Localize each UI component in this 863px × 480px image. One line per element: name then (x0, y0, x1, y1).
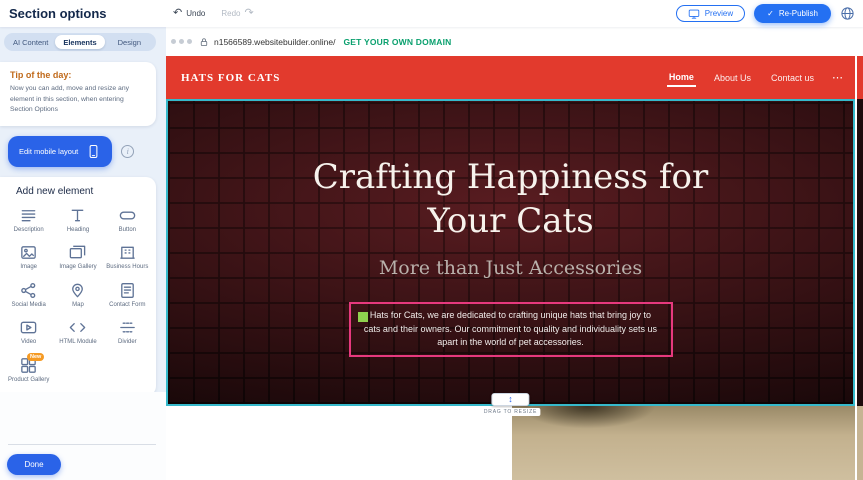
divider-icon (118, 318, 137, 337)
element-item-divider[interactable]: Divider (103, 318, 152, 347)
page-title: Section options (9, 6, 107, 21)
republish-button[interactable]: ✓ Re-Publish (754, 4, 831, 23)
section-resize-control: ↕ DRAG TO RESIZE (481, 393, 540, 416)
sidebar-tabs: AI Content Elements Design (4, 33, 156, 51)
globe-icon[interactable] (840, 6, 855, 21)
page-edge-strip (857, 27, 863, 480)
topbar-actions: Preview ✓ Re-Publish (676, 4, 855, 23)
element-item-image-gallery[interactable]: Image Gallery (53, 243, 102, 272)
element-item-image[interactable]: Image (4, 243, 53, 272)
tip-of-the-day-card: Tip of the day: Now you can add, move an… (0, 62, 156, 126)
site-canvas: HATS FOR CATS Home About Us Contact us ⋯… (166, 56, 855, 480)
element-item-button[interactable]: Button (103, 206, 152, 235)
tip-title: Tip of the day: (10, 70, 146, 80)
done-button[interactable]: Done (7, 454, 61, 475)
preview-label: Preview (705, 9, 733, 18)
site-nav: Home About Us Contact us ⋯ (667, 68, 843, 87)
edit-mobile-layout-button[interactable]: Edit mobile layout (8, 136, 112, 167)
browser-chrome: n1566589.websitebuilder.online/ GET YOUR… (166, 27, 863, 56)
contact-form-icon (118, 281, 137, 300)
map-icon (68, 281, 87, 300)
app-window: Section options ↶ Undo Redo ↷ Preview ✓ … (0, 0, 863, 480)
undo-button[interactable]: ↶ Undo (173, 8, 205, 19)
element-item-product-gallery[interactable]: New Product Gallery (4, 356, 53, 385)
browser-preview: n1566589.websitebuilder.online/ GET YOUR… (166, 27, 863, 480)
sidebar: AI Content Elements Design Tip of the da… (0, 27, 166, 480)
image-gallery-icon (68, 243, 87, 262)
check-icon: ✓ (767, 9, 774, 18)
republish-label: Re-Publish (779, 9, 818, 18)
preview-button[interactable]: Preview (676, 5, 745, 22)
info-icon[interactable]: i (121, 145, 134, 158)
lock-icon (199, 36, 209, 48)
url-text[interactable]: n1566589.websitebuilder.online/ (214, 37, 335, 47)
monitor-icon (688, 8, 700, 20)
nav-more-icon[interactable]: ⋯ (832, 71, 843, 84)
redo-button[interactable]: Redo ↷ (221, 8, 253, 19)
element-item-map[interactable]: Map (53, 281, 102, 310)
undo-icon: ↶ (173, 8, 182, 19)
element-item-business-hours[interactable]: Business Hours (103, 243, 152, 272)
element-item-social-media[interactable]: Social Media (4, 281, 53, 310)
business-hours-icon (118, 243, 137, 262)
window-dots (171, 39, 192, 44)
site-header[interactable]: HATS FOR CATS Home About Us Contact us ⋯ (166, 56, 855, 99)
mobile-layout-row: Edit mobile layout i (8, 136, 156, 167)
redo-icon: ↷ (244, 8, 253, 19)
redo-label: Redo (221, 9, 240, 18)
history-controls: ↶ Undo Redo ↷ (173, 8, 254, 19)
window-dot (179, 39, 184, 44)
nav-item-about-us[interactable]: About Us (712, 69, 753, 86)
nav-item-home[interactable]: Home (667, 68, 696, 87)
hero-section-selected[interactable]: Crafting Happiness for Your Cats More th… (166, 99, 855, 406)
add-element-title: Add new element (16, 186, 152, 197)
site-logo[interactable]: HATS FOR CATS (181, 72, 280, 84)
element-item-heading[interactable]: Heading (53, 206, 102, 235)
heading-icon (68, 206, 87, 225)
description-icon (19, 206, 38, 225)
sidebar-footer: Done (0, 392, 166, 480)
window-dot (171, 39, 176, 44)
element-grid: Description Heading Button Image (4, 206, 152, 385)
undo-label: Undo (186, 9, 205, 18)
element-drag-handle[interactable] (358, 312, 368, 322)
section-resize-handle[interactable]: ↕ (492, 393, 530, 406)
tab-elements[interactable]: Elements (55, 35, 104, 49)
nav-item-contact-us[interactable]: Contact us (769, 69, 816, 86)
footer-divider (8, 444, 156, 445)
hero-paragraph-text: Hats for Cats, we are dedicated to craft… (361, 309, 661, 350)
new-badge: New (27, 353, 44, 361)
resize-arrows-icon: ↕ (508, 395, 513, 404)
next-section[interactable] (166, 406, 855, 480)
main-layout: AI Content Elements Design Tip of the da… (0, 27, 863, 480)
hero-subheading[interactable]: More than Just Accessories (168, 257, 853, 279)
topbar: Section options ↶ Undo Redo ↷ Preview ✓ … (0, 0, 863, 27)
get-own-domain-link[interactable]: GET YOUR OWN DOMAIN (343, 37, 451, 47)
next-section-image (512, 406, 855, 480)
element-item-html-module[interactable]: HTML Module (53, 318, 102, 347)
video-icon (19, 318, 38, 337)
button-icon (118, 206, 137, 225)
element-item-video[interactable]: Video (4, 318, 53, 347)
tab-design[interactable]: Design (105, 35, 154, 49)
edit-mobile-layout-label: Edit mobile layout (19, 147, 78, 156)
hero-heading[interactable]: Crafting Happiness for Your Cats (301, 155, 721, 243)
image-icon (19, 243, 38, 262)
element-item-description[interactable]: Description (4, 206, 53, 235)
window-dot (187, 39, 192, 44)
social-media-icon (19, 281, 38, 300)
html-module-icon (68, 318, 87, 337)
tab-ai-content[interactable]: AI Content (6, 35, 55, 49)
resize-hint-label: DRAG TO RESIZE (481, 408, 540, 416)
phone-icon (86, 144, 101, 159)
hero-paragraph-element[interactable]: Hats for Cats, we are dedicated to craft… (349, 302, 673, 357)
element-item-contact-form[interactable]: Contact Form (103, 281, 152, 310)
tip-body: Now you can add, move and resize any ele… (10, 84, 146, 116)
add-element-panel: Add new element Description Heading Butt… (0, 177, 156, 397)
